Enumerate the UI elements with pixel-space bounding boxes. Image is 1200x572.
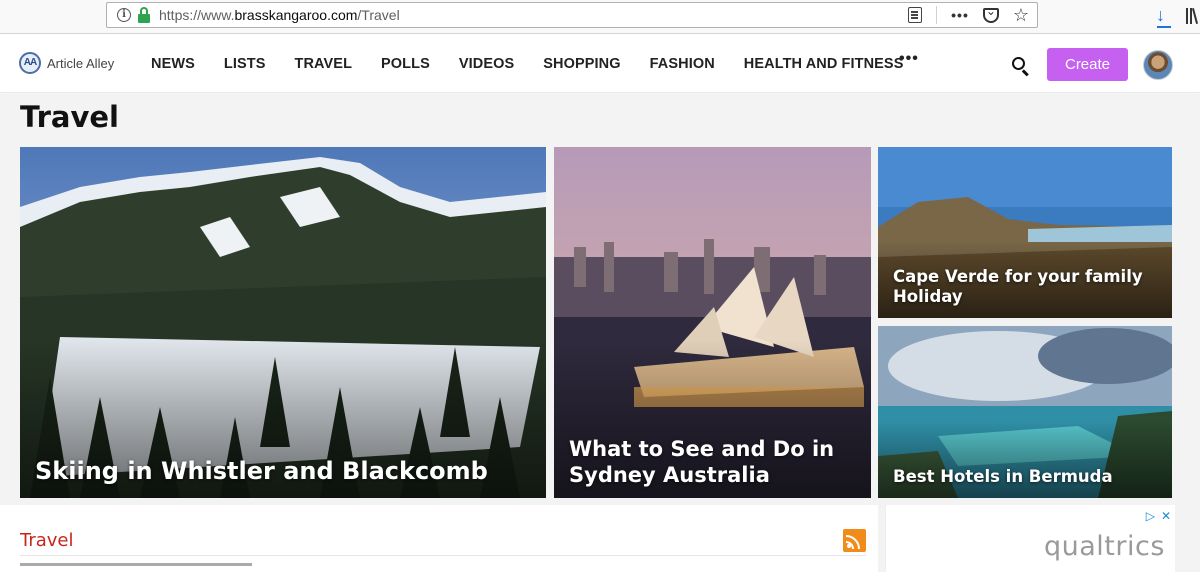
logo-mark: AA bbox=[19, 52, 41, 74]
page-title: Travel bbox=[20, 100, 119, 134]
ad-panel[interactable]: ▷ ✕ qualtrics bbox=[885, 505, 1175, 572]
feature-title[interactable]: What to See and Do in Sydney Australia bbox=[569, 436, 871, 489]
ad-brand: qualtrics bbox=[1044, 531, 1165, 562]
bookmark-star-icon[interactable]: ☆ bbox=[1013, 6, 1029, 24]
nav-item-news[interactable]: NEWS bbox=[151, 56, 195, 72]
close-icon[interactable]: ✕ bbox=[1161, 509, 1171, 523]
feature-card-whistler[interactable]: Skiing in Whistler and Blackcomb bbox=[20, 147, 546, 498]
rss-icon[interactable] bbox=[843, 529, 866, 552]
feature-card-cape-verde[interactable]: Cape Verde for your family Holiday bbox=[878, 147, 1172, 318]
feature-title[interactable]: Cape Verde for your family Holiday bbox=[893, 267, 1172, 308]
feature-card-sydney[interactable]: What to See and Do in Sydney Australia bbox=[554, 147, 871, 498]
more-menu-icon[interactable]: ••• bbox=[899, 50, 919, 68]
ad-choices-icon[interactable]: ▷ bbox=[1146, 509, 1155, 523]
main-nav: NEWS LISTS TRAVEL POLLS VIDEOS SHOPPING … bbox=[151, 56, 932, 72]
search-icon[interactable] bbox=[1012, 57, 1030, 77]
nav-item-polls[interactable]: POLLS bbox=[381, 56, 430, 72]
lower-section: Travel ▷ ✕ qualtrics bbox=[0, 504, 1200, 572]
section-title[interactable]: Travel bbox=[20, 530, 74, 551]
create-button[interactable]: Create bbox=[1047, 48, 1128, 81]
site-logo[interactable]: AA Article Alley bbox=[19, 52, 114, 74]
address-bar[interactable]: i https://www.brasskangaroo.com/Travel •… bbox=[106, 2, 1038, 28]
nav-item-lists[interactable]: LISTS bbox=[224, 56, 266, 72]
feature-card-bermuda[interactable]: Best Hotels in Bermuda bbox=[878, 326, 1172, 498]
lock-icon[interactable] bbox=[137, 7, 151, 23]
nav-item-videos[interactable]: VIDEOS bbox=[459, 56, 514, 72]
nav-item-fashion[interactable]: FASHION bbox=[650, 56, 715, 72]
library-icon[interactable] bbox=[1186, 8, 1200, 24]
nav-item-travel[interactable]: TRAVEL bbox=[295, 56, 353, 72]
page-actions-icon[interactable]: ••• bbox=[951, 7, 969, 23]
logo-text: Article Alley bbox=[47, 55, 115, 71]
divider bbox=[20, 555, 866, 556]
nav-item-health-and-fitness[interactable]: HEALTH AND FITNESS bbox=[744, 56, 904, 72]
url-text[interactable]: https://www.brasskangaroo.com/Travel bbox=[159, 7, 400, 23]
feature-title[interactable]: Skiing in Whistler and Blackcomb bbox=[35, 456, 488, 486]
pocket-icon[interactable] bbox=[982, 4, 999, 23]
avatar[interactable] bbox=[1143, 50, 1173, 80]
site-header: AA Article Alley NEWS LISTS TRAVEL POLLS… bbox=[0, 35, 1200, 93]
thumbnail-strip bbox=[20, 563, 252, 566]
feature-title[interactable]: Best Hotels in Bermuda bbox=[893, 467, 1113, 488]
info-icon[interactable]: i bbox=[117, 8, 131, 22]
travel-section: Travel bbox=[0, 505, 878, 572]
download-icon[interactable]: ↓ bbox=[1156, 6, 1171, 28]
nav-item-shopping[interactable]: SHOPPING bbox=[543, 56, 620, 72]
main-content: Travel Skiing in Whistler and Blackcomb … bbox=[0, 94, 1200, 504]
reader-view-icon[interactable] bbox=[908, 7, 923, 23]
browser-toolbar: i https://www.brasskangaroo.com/Travel •… bbox=[0, 0, 1200, 34]
